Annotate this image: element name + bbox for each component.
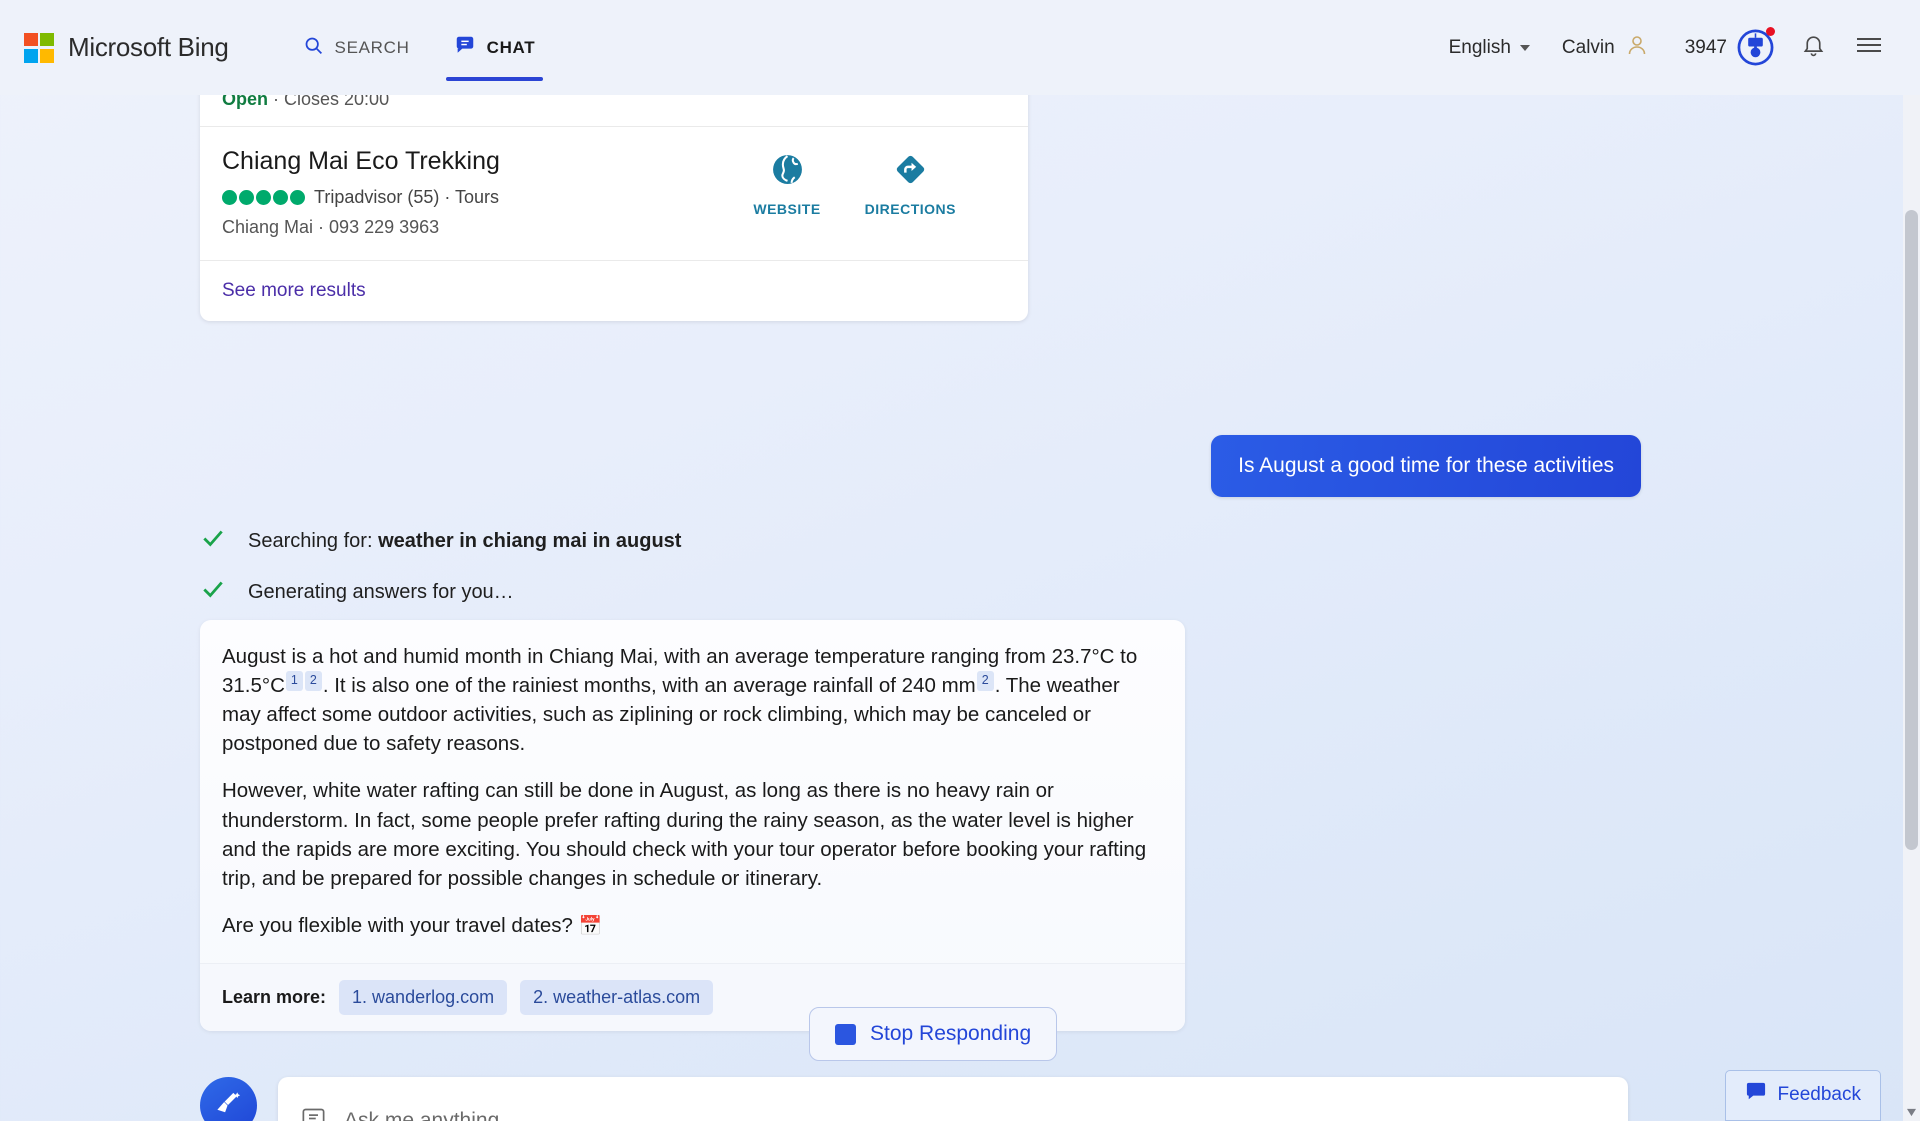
chat-column: Open · Closes 20:00 Chiang Mai Eco Trekk… <box>0 95 1920 1121</box>
feedback-label: Feedback <box>1778 1084 1861 1106</box>
brand-name: Microsoft Bing <box>68 32 229 63</box>
status-searching-text: Searching for: weather in chiang mai in … <box>248 530 681 553</box>
rating-text: Tripadvisor (55) · Tours <box>314 187 499 208</box>
tab-search-label: SEARCH <box>335 38 410 58</box>
top-header: Microsoft Bing SEARCH CHAT English <box>0 0 1920 95</box>
website-button[interactable]: WEBSITE <box>753 153 820 217</box>
directions-arrow-icon <box>894 153 927 191</box>
searching-prefix: Searching for: <box>248 530 378 552</box>
see-more-results-link[interactable]: See more results <box>222 280 366 301</box>
user-message-bubble: Is August a good time for these activiti… <box>1211 435 1641 497</box>
rewards-medal-icon <box>1736 28 1775 67</box>
new-topic-button[interactable] <box>200 1077 257 1121</box>
citation-chip-1[interactable]: 1 <box>286 671 303 691</box>
see-more-results-row: See more results <box>200 261 1028 321</box>
rating-dots-icon <box>222 190 305 205</box>
message-composer[interactable]: Ask me anything... 0/2000 <box>278 1077 1628 1121</box>
checkmark-icon <box>200 576 226 608</box>
directions-button[interactable]: DIRECTIONS <box>865 153 956 217</box>
stop-responding-button[interactable]: Stop Responding <box>809 1007 1057 1061</box>
checkmark-icon <box>200 525 226 557</box>
hamburger-menu-button[interactable] <box>1840 33 1898 62</box>
rewards-points[interactable]: 3947 <box>1663 28 1787 67</box>
notifications-bell-button[interactable] <box>1787 33 1840 63</box>
chat-input-icon <box>300 1105 327 1121</box>
globe-icon <box>771 153 804 191</box>
page-scrollbar[interactable] <box>1903 0 1920 1121</box>
learn-more-label: Learn more: <box>222 987 326 1008</box>
feedback-bubble-icon <box>1745 1082 1767 1108</box>
user-name-label: Calvin <box>1562 37 1615 59</box>
business-body: Chiang Mai Eco Trekking Tripadvisor (55)… <box>200 127 1028 261</box>
stop-square-icon <box>835 1024 856 1045</box>
feedback-button[interactable]: Feedback <box>1725 1070 1881 1121</box>
scroll-down-arrow-icon[interactable] <box>1903 1103 1920 1121</box>
user-account[interactable]: Calvin <box>1548 33 1663 63</box>
tab-search[interactable]: SEARCH <box>281 0 432 95</box>
status-generating-text: Generating answers for you… <box>248 581 514 604</box>
business-result-card: Open · Closes 20:00 Chiang Mai Eco Trekk… <box>200 72 1028 321</box>
composer-input-row: Ask me anything... <box>278 1077 1628 1121</box>
chevron-down-icon <box>1520 45 1530 51</box>
broom-icon <box>213 1088 244 1121</box>
calendar-icon: 📅 <box>579 916 603 937</box>
search-query: weather in chiang mai in august <box>378 530 681 552</box>
chat-scroll-area: Open · Closes 20:00 Chiang Mai Eco Trekk… <box>0 95 1920 1121</box>
search-icon <box>303 35 324 61</box>
status-generating: Generating answers for you… <box>200 576 514 608</box>
scrollbar-thumb[interactable] <box>1905 210 1918 850</box>
bing-logo[interactable]: Microsoft Bing <box>24 32 229 63</box>
composer-placeholder: Ask me anything... <box>344 1109 517 1121</box>
business-name: Chiang Mai Eco Trekking <box>222 147 753 176</box>
stop-responding-label: Stop Responding <box>870 1022 1031 1046</box>
website-label: WEBSITE <box>753 201 820 217</box>
tab-chat[interactable]: CHAT <box>432 0 558 95</box>
answer-followup-question: Are you flexible with your travel dates?… <box>222 911 1163 941</box>
followup-text: Are you flexible with your travel dates? <box>222 914 573 937</box>
answer-paragraph-1: August is a hot and humid month in Chian… <box>222 642 1163 758</box>
bell-icon <box>1801 33 1826 63</box>
language-label: English <box>1449 37 1511 59</box>
status-searching: Searching for: weather in chiang mai in … <box>200 525 681 557</box>
business-address: Chiang Mai · 093 229 3963 <box>222 217 753 238</box>
business-rating-row: Tripadvisor (55) · Tours <box>222 187 753 208</box>
rewards-count: 3947 <box>1685 37 1727 59</box>
directions-label: DIRECTIONS <box>865 201 956 217</box>
hamburger-icon <box>1854 33 1884 62</box>
person-icon <box>1625 33 1649 63</box>
notification-dot <box>1766 27 1775 36</box>
language-selector[interactable]: English <box>1431 37 1548 59</box>
composer-row: Ask me anything... 0/2000 <box>200 1077 1628 1121</box>
source-chip-wanderlog[interactable]: 1. wanderlog.com <box>339 980 507 1015</box>
header-right-group: English Calvin 3947 <box>1431 28 1920 67</box>
business-info: Chiang Mai Eco Trekking Tripadvisor (55)… <box>222 147 753 238</box>
citation-chip-3[interactable]: 2 <box>977 671 994 691</box>
answer-body: August is a hot and humid month in Chian… <box>200 620 1185 963</box>
nav-tabs: SEARCH CHAT <box>281 0 558 95</box>
business-actions: WEBSITE DIRECTIONS <box>753 147 1006 217</box>
citation-chip-2[interactable]: 2 <box>305 671 322 691</box>
tab-chat-label: CHAT <box>487 38 536 58</box>
chat-bubble-icon <box>454 34 476 61</box>
source-chip-weather-atlas[interactable]: 2. weather-atlas.com <box>520 980 713 1015</box>
answer-p1-part-b: . It is also one of the rainiest months,… <box>323 674 976 697</box>
answer-paragraph-2: However, white water rafting can still b… <box>222 776 1163 892</box>
microsoft-logo-icon <box>24 33 54 63</box>
assistant-answer-card: August is a hot and humid month in Chian… <box>200 620 1185 1031</box>
